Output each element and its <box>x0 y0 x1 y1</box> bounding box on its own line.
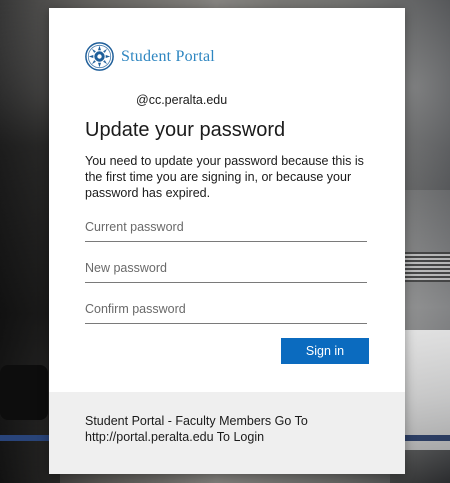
sign-in-button[interactable]: Sign in <box>281 338 369 364</box>
confirm-password-field <box>85 295 367 324</box>
background-right-paper <box>405 330 450 450</box>
dialog-footer: Student Portal - Faculty Members Go To h… <box>49 392 405 474</box>
confirm-password-input[interactable] <box>85 299 365 319</box>
dialog-content: Student Portal @cc.peralta.edu Update yo… <box>85 41 370 364</box>
brand-name: Student Portal <box>121 47 215 65</box>
dialog-actions: Sign in <box>85 338 369 364</box>
instruction-text: You need to update your password because… <box>85 154 364 200</box>
current-password-field <box>85 213 367 242</box>
new-password-field <box>85 254 367 283</box>
brand-header: Student Portal <box>85 41 370 71</box>
account-identity: @cc.peralta.edu <box>136 93 228 107</box>
current-password-input[interactable] <box>85 217 365 237</box>
background-right-book <box>404 252 450 282</box>
background-arm <box>0 365 48 420</box>
password-update-dialog: Student Portal @cc.peralta.edu Update yo… <box>49 8 405 474</box>
footer-note: Student Portal - Faculty Members Go To h… <box>85 414 308 444</box>
page-title: Update your password <box>85 119 286 141</box>
new-password-input[interactable] <box>85 258 365 278</box>
seal-logo-icon <box>85 41 114 71</box>
